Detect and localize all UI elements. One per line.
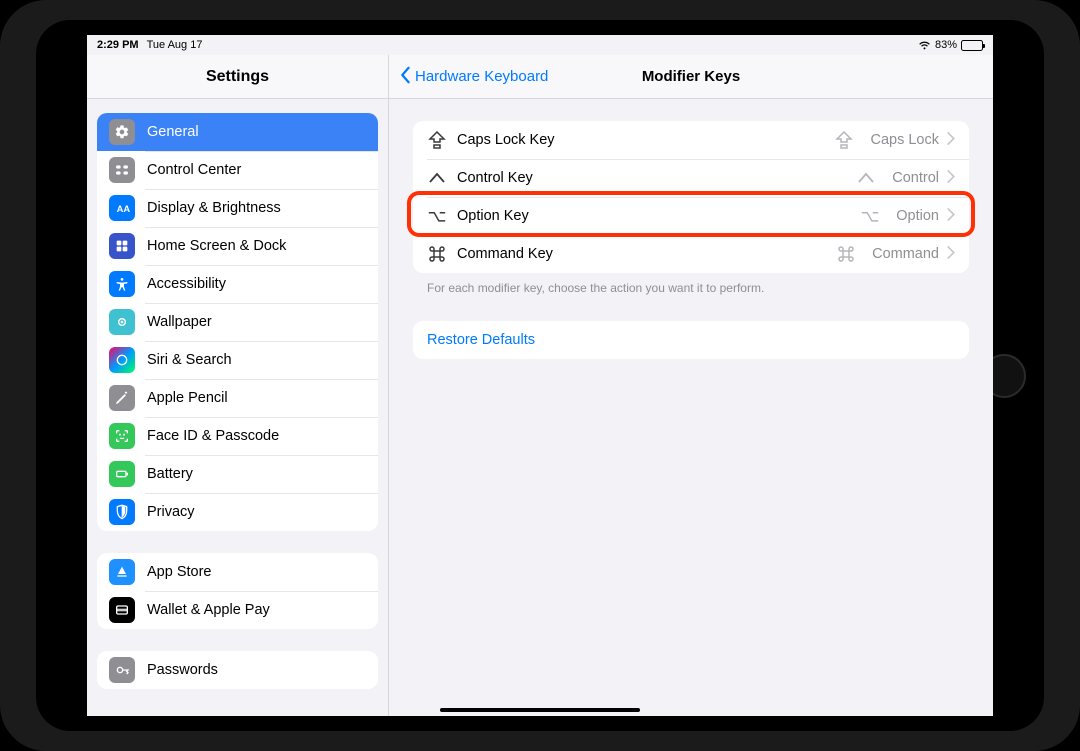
back-label: Hardware Keyboard bbox=[415, 68, 548, 85]
sidebar-item-label: Siri & Search bbox=[147, 352, 366, 368]
home-indicator[interactable] bbox=[440, 708, 640, 712]
sidebar-item-label: Face ID & Passcode bbox=[147, 428, 366, 444]
detail-nav: Hardware Keyboard Modifier Keys bbox=[389, 55, 993, 99]
status-bar: 2:29 PM Tue Aug 17 83% bbox=[87, 35, 993, 55]
sidebar-item-label: Wallpaper bbox=[147, 314, 366, 330]
sidebar-item-wallpaper[interactable]: Wallpaper bbox=[97, 303, 378, 341]
option-icon bbox=[860, 208, 880, 224]
sidebar-group-3: Passwords bbox=[97, 651, 378, 689]
sidebar-group-1: General Control Center AA bbox=[97, 113, 378, 531]
sidebar-item-control-center[interactable]: Control Center bbox=[97, 151, 378, 189]
sidebar-group-2: App Store Wallet & Apple Pay bbox=[97, 553, 378, 629]
siri-icon bbox=[109, 347, 135, 373]
row-label: Caps Lock Key bbox=[457, 132, 834, 148]
status-time: 2:29 PM bbox=[97, 39, 139, 51]
accessibility-icon bbox=[109, 271, 135, 297]
row-control[interactable]: Control Key Control bbox=[413, 159, 969, 197]
bezel: 2:29 PM Tue Aug 17 83% Settings bbox=[36, 20, 1044, 731]
battery-icon-settings bbox=[109, 461, 135, 487]
row-option[interactable]: Option Key Option bbox=[413, 197, 969, 235]
sidebar-item-home-screen[interactable]: Home Screen & Dock bbox=[97, 227, 378, 265]
chevron-right-icon bbox=[947, 246, 955, 263]
row-label: Control Key bbox=[457, 170, 856, 186]
detail-body[interactable]: Caps Lock Key Caps Lock bbox=[389, 99, 993, 716]
sidebar-item-appstore[interactable]: App Store bbox=[97, 553, 378, 591]
row-command[interactable]: Command Key Command bbox=[413, 235, 969, 273]
sidebar-item-label: Battery bbox=[147, 466, 366, 482]
sidebar-item-faceid[interactable]: Face ID & Passcode bbox=[97, 417, 378, 455]
sidebar-item-passwords[interactable]: Passwords bbox=[97, 651, 378, 689]
capslock-icon bbox=[834, 132, 854, 148]
control-icon bbox=[427, 170, 447, 186]
sidebar-item-label: Accessibility bbox=[147, 276, 366, 292]
sidebar-item-general[interactable]: General bbox=[97, 113, 378, 151]
list-footer: For each modifier key, choose the action… bbox=[413, 273, 969, 295]
sidebar-item-wallet[interactable]: Wallet & Apple Pay bbox=[97, 591, 378, 629]
home-screen-icon bbox=[109, 233, 135, 259]
sidebar-item-battery[interactable]: Battery bbox=[97, 455, 378, 493]
command-icon bbox=[836, 246, 856, 262]
capslock-icon bbox=[427, 132, 447, 148]
faceid-icon bbox=[109, 423, 135, 449]
row-value: Caps Lock bbox=[834, 132, 939, 148]
sidebar-item-accessibility[interactable]: Accessibility bbox=[97, 265, 378, 303]
svg-text:AA: AA bbox=[117, 204, 130, 214]
passwords-icon bbox=[109, 657, 135, 683]
gear-icon bbox=[109, 119, 135, 145]
chevron-left-icon bbox=[399, 66, 411, 88]
ipad-frame: 2:29 PM Tue Aug 17 83% Settings bbox=[0, 0, 1080, 751]
wallpaper-icon bbox=[109, 309, 135, 335]
control-center-icon bbox=[109, 157, 135, 183]
restore-label: Restore Defaults bbox=[427, 332, 535, 348]
detail-pane: Hardware Keyboard Modifier Keys bbox=[389, 55, 993, 716]
row-value: Command bbox=[836, 246, 939, 262]
chevron-right-icon bbox=[947, 170, 955, 187]
sidebar-item-label: Privacy bbox=[147, 504, 366, 520]
display-icon: AA bbox=[109, 195, 135, 221]
chevron-right-icon bbox=[947, 132, 955, 149]
sidebar-item-display[interactable]: AA Display & Brightness bbox=[97, 189, 378, 227]
privacy-icon bbox=[109, 499, 135, 525]
sidebar-item-label: Home Screen & Dock bbox=[147, 238, 366, 254]
wallet-icon bbox=[109, 597, 135, 623]
settings-sidebar: Settings General bbox=[87, 55, 389, 716]
row-label: Option Key bbox=[457, 208, 860, 224]
wifi-icon bbox=[918, 40, 931, 50]
modifier-keys-list: Caps Lock Key Caps Lock bbox=[413, 121, 969, 273]
back-button[interactable]: Hardware Keyboard bbox=[399, 66, 548, 88]
sidebar-item-pencil[interactable]: Apple Pencil bbox=[97, 379, 378, 417]
option-icon bbox=[427, 208, 447, 224]
pencil-icon bbox=[109, 385, 135, 411]
chevron-right-icon bbox=[947, 208, 955, 225]
row-label: Command Key bbox=[457, 246, 836, 262]
restore-defaults-list: Restore Defaults bbox=[413, 321, 969, 359]
status-date: Tue Aug 17 bbox=[147, 39, 203, 51]
row-value: Control bbox=[856, 170, 939, 186]
sidebar-item-label: Display & Brightness bbox=[147, 200, 366, 216]
sidebar-item-label: Passwords bbox=[147, 662, 366, 678]
sidebar-item-label: Control Center bbox=[147, 162, 366, 178]
sidebar-item-privacy[interactable]: Privacy bbox=[97, 493, 378, 531]
sidebar-item-label: Wallet & Apple Pay bbox=[147, 602, 366, 618]
appstore-icon bbox=[109, 559, 135, 585]
sidebar-item-siri[interactable]: Siri & Search bbox=[97, 341, 378, 379]
control-icon bbox=[856, 170, 876, 186]
sidebar-item-label: General bbox=[147, 124, 366, 140]
screen: 2:29 PM Tue Aug 17 83% Settings bbox=[87, 35, 993, 716]
sidebar-item-label: Apple Pencil bbox=[147, 390, 366, 406]
restore-defaults-button[interactable]: Restore Defaults bbox=[413, 321, 969, 359]
sidebar-item-label: App Store bbox=[147, 564, 366, 580]
battery-percent: 83% bbox=[935, 39, 957, 51]
row-caps-lock[interactable]: Caps Lock Key Caps Lock bbox=[413, 121, 969, 159]
sidebar-scroll[interactable]: General Control Center AA bbox=[87, 99, 388, 716]
command-icon bbox=[427, 246, 447, 262]
row-value: Option bbox=[860, 208, 939, 224]
sidebar-title: Settings bbox=[87, 55, 388, 99]
battery-icon bbox=[961, 40, 983, 51]
